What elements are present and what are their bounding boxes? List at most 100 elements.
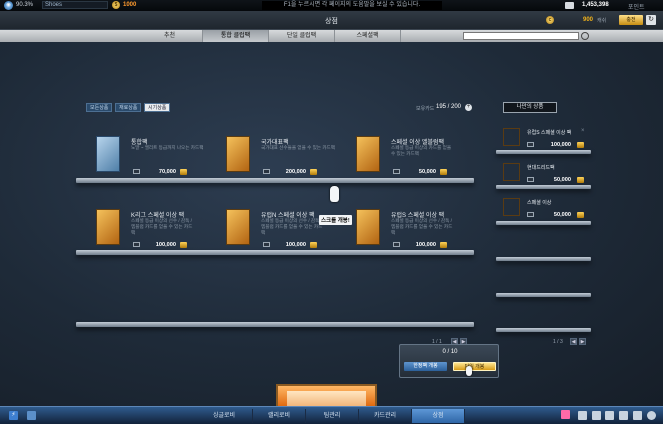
list-icon[interactable] [263, 242, 270, 247]
inventory-label: 보유카드 [416, 106, 435, 112]
product-desc: 스페셜 등급 이상의 카드를 얻을 수 있는 카드팩 [391, 145, 452, 156]
search-input[interactable] [463, 32, 579, 40]
list-icon[interactable] [527, 177, 534, 182]
cart-icon[interactable] [577, 177, 584, 183]
product-pack-image [226, 136, 250, 172]
my-item-name: 스페셜 이상 [527, 200, 552, 206]
event-icon[interactable] [561, 410, 570, 419]
nav-single-lobby[interactable]: 싱글로비 [196, 409, 253, 423]
cart-icon[interactable] [440, 169, 447, 175]
my-shelf [496, 221, 591, 225]
cart-icon[interactable] [310, 169, 317, 175]
product-card[interactable] [96, 136, 120, 172]
cart-icon[interactable] [180, 242, 187, 248]
rating-text: 90.3% [16, 2, 34, 8]
my-item-name: 현대드리드팩 [527, 165, 555, 171]
inventory-value: 195 / 200 [436, 104, 462, 110]
pointer-cursor-icon [466, 366, 472, 376]
my-item-pack-image [503, 163, 520, 181]
my-item-price: 50,000 [553, 212, 571, 218]
nav-team-manage[interactable]: 팀관리 [306, 409, 359, 423]
product-card[interactable] [356, 136, 380, 172]
next-page-icon[interactable]: ▶ [579, 338, 586, 345]
refresh-icon[interactable]: ↻ [646, 15, 656, 25]
mailbox-icon[interactable] [633, 411, 642, 420]
prev-page-icon[interactable]: ◀ [570, 338, 577, 345]
product-pack-image [96, 136, 120, 172]
trophy-icon[interactable] [592, 411, 601, 420]
cart-icon[interactable] [180, 169, 187, 175]
list-icon[interactable] [393, 169, 400, 174]
friends-icon[interactable] [605, 411, 614, 420]
remove-icon[interactable]: × [581, 128, 585, 134]
home-icon[interactable]: ⚡ [9, 411, 18, 420]
charge-button[interactable]: 충전 [619, 15, 643, 25]
my-item-pack-image [503, 128, 520, 146]
list-icon[interactable] [393, 242, 400, 247]
product-card[interactable] [356, 209, 380, 245]
filter-material[interactable]: 재료상품 [115, 103, 142, 112]
product-card[interactable] [226, 209, 250, 245]
list-icon[interactable] [133, 169, 140, 174]
my-shelf [496, 150, 591, 154]
pack-opening-machine [276, 384, 377, 408]
cart-icon[interactable] [577, 212, 584, 218]
product-desc: 국가대표 선수들을 얻을 수 있는 카드팩 [261, 145, 336, 150]
cash-value: 900 [583, 17, 594, 23]
team-name-field[interactable]: Shoes [42, 1, 108, 9]
nav-card-manage[interactable]: 카드관리 [359, 409, 412, 423]
list-icon[interactable] [263, 169, 270, 174]
gp-label: 포인트 [628, 5, 645, 11]
product-pack-image [226, 209, 250, 245]
product-desc: 스페셜 등급 이상의 선수 / 감독 / 엠블럼 카드를 얻을 수 있는 카드팩 [391, 218, 453, 235]
list-icon[interactable] [527, 212, 534, 217]
shelf-1 [76, 178, 474, 183]
category-tab-bar: 추천 통합 클럽팩 단일 클럽팩 스페셜팩 [0, 30, 663, 42]
add-slot-icon[interactable]: + [465, 104, 472, 111]
points-coin-icon: $ [112, 1, 120, 9]
filter-period[interactable]: 시기상품 [144, 103, 171, 112]
open-one-button[interactable]: 단일 개봉 [453, 362, 496, 371]
shelf-2 [76, 250, 474, 255]
chat-icon[interactable] [27, 411, 36, 420]
list-icon[interactable] [133, 242, 140, 247]
product-pack-image [356, 209, 380, 245]
product-desc: 스페셜 등급 이상의 선수 / 감독 / 엠블럼 카드를 얻을 수 있는 카드팩 [131, 218, 193, 235]
product-desc: 노말 ~ 엘리트 등급까지 나오는 카드팩 [131, 145, 204, 150]
my-shelf [496, 185, 591, 189]
shelf-3 [76, 322, 474, 327]
product-price: 100,000 [285, 242, 306, 248]
tab-recommended[interactable]: 추천 [137, 30, 203, 42]
cart-icon[interactable] [440, 242, 447, 248]
product-card[interactable] [226, 136, 250, 172]
wallet-icon [565, 2, 574, 9]
product-pack-image [96, 209, 120, 245]
ranking-icon[interactable] [578, 411, 587, 420]
cart-icon[interactable] [577, 142, 584, 148]
open-all-button[interactable]: 한정팩 개봉 [404, 362, 447, 371]
cart-icon[interactable] [310, 242, 317, 248]
filter-all[interactable]: 모든상품 [86, 103, 113, 112]
mail-icon[interactable] [619, 411, 628, 420]
help-notice: F1을 누르시면 각 페이지의 도움말을 보실 수 있습니다. [262, 1, 442, 10]
gp-value: 1,453,398 [582, 2, 609, 8]
hand-cursor-icon [330, 186, 339, 202]
my-shelf [496, 293, 591, 297]
search-icon[interactable] [581, 32, 589, 40]
nav-rally-lobby[interactable]: 랠리로비 [253, 409, 306, 423]
my-item-price: 100,000 [550, 142, 571, 148]
my-item-price: 50,000 [553, 177, 571, 183]
gear-icon[interactable] [647, 411, 656, 420]
nav-shop[interactable]: 상점 [412, 409, 465, 423]
my-shelf [496, 328, 591, 332]
tab-integrated-club-pack[interactable]: 통합 클럽팩 [203, 30, 269, 42]
product-price: 200,000 [285, 169, 306, 175]
tab-single-club-pack[interactable]: 단일 클럽팩 [269, 30, 335, 42]
product-pack-image [356, 136, 380, 172]
open-count: 0 / 10 [442, 349, 458, 355]
my-item-name: 유럽S 스페셜 이상 팩 [527, 130, 572, 136]
open-pack-popup: 0 / 10 한정팩 개봉 단일 개봉 [399, 344, 499, 378]
tab-special-pack[interactable]: 스페셜팩 [335, 30, 401, 42]
product-card[interactable] [96, 209, 120, 245]
list-icon[interactable] [527, 142, 534, 147]
